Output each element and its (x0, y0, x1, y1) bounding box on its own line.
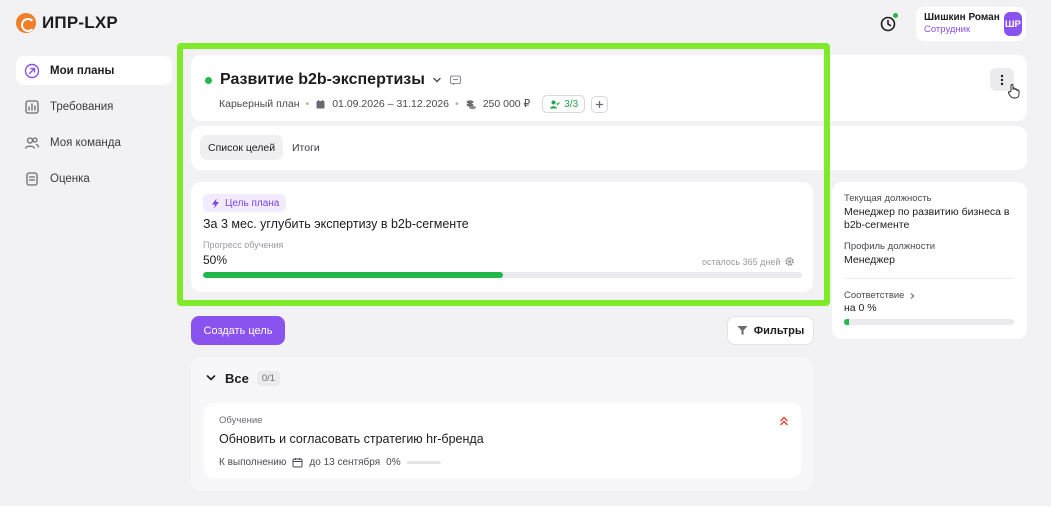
sidebar-item-requirements[interactable]: Требования (16, 92, 172, 121)
calendar-icon (316, 99, 325, 108)
app-logo[interactable]: ИПР-LXP (16, 12, 118, 34)
logo-icon (16, 13, 36, 33)
position-profile-value: Менеджер (844, 254, 895, 266)
match-label: Соответствие (844, 290, 905, 301)
goals-group-title: Все (225, 370, 249, 386)
task-meta: К выполнению до 13 сентября 0% (219, 455, 441, 469)
plan-meta: Карьерный план • 01.09.2026 – 31.12.2026… (219, 95, 609, 113)
separator: • (305, 98, 310, 110)
goals-count-badge: 0/1 (256, 370, 281, 386)
sidebar-item-my-team[interactable]: Моя команда (16, 128, 172, 157)
sidebar-item-label: Моя команда (50, 136, 121, 149)
user-check-icon (550, 100, 561, 108)
sidebar-item-label: Оценка (50, 172, 90, 185)
participants-badge[interactable]: 3/3 (542, 95, 586, 113)
task-title[interactable]: Обновить и согласовать стратегию hr-брен… (219, 432, 484, 446)
requirements-icon (25, 99, 39, 114)
remaining-time: осталось 365 дней (702, 256, 795, 267)
progress-fill (203, 272, 503, 278)
plan-period: 01.09.2026 – 31.12.2026 (332, 98, 449, 110)
progress-bar (203, 272, 802, 278)
filters-label: Фильтры (753, 324, 805, 337)
add-participant-button[interactable] (591, 95, 609, 113)
position-profile-label: Профиль должности (844, 241, 936, 252)
create-goal-button[interactable]: Создать цель (191, 316, 285, 345)
gear-icon[interactable] (784, 256, 795, 267)
match-fill (844, 319, 850, 325)
filter-icon (737, 326, 748, 335)
participants-count: 3/3 (564, 98, 579, 110)
remaining-text: осталось 365 дней (702, 256, 781, 267)
goal-text: За 3 мес. углубить экспертизу в b2b-сегм… (203, 217, 469, 231)
history-button[interactable] (878, 12, 899, 34)
lightning-icon (212, 198, 219, 208)
sidebar-item-my-plans[interactable]: Мои планы (16, 56, 172, 85)
sidebar-item-label: Мои планы (50, 64, 115, 77)
plan-type: Карьерный план (219, 98, 300, 110)
app-name: ИПР-LXP (42, 13, 118, 32)
task-progress: 0% (386, 456, 401, 468)
more-vertical-icon (1000, 74, 1004, 85)
task-status: К выполнению (219, 456, 287, 468)
divider (844, 278, 1014, 279)
goal-tag: Цель плана (203, 194, 287, 212)
current-position-label: Текущая должность (844, 193, 932, 204)
coins-icon (466, 99, 476, 109)
comment-icon[interactable] (449, 74, 462, 87)
plus-icon (596, 100, 604, 108)
match-value: на 0 % (844, 302, 877, 314)
hand-cursor-icon (1008, 84, 1020, 99)
filters-button[interactable]: Фильтры (727, 316, 814, 345)
chevron-down-icon (206, 375, 216, 381)
task-deadline: до 13 сентября (309, 456, 381, 468)
progress-value: 50% (203, 253, 228, 267)
plan-title-row: Развитие b2b-экспертизы (205, 70, 462, 90)
evaluation-icon (26, 171, 38, 186)
progress-label: Прогресс обучения (203, 240, 284, 250)
status-dot (205, 76, 212, 84)
chevron-right-icon (911, 292, 915, 299)
match-label-link[interactable]: Соответствие (844, 290, 916, 301)
match-bar (844, 319, 1014, 325)
sidebar-item-label: Требования (50, 100, 114, 113)
user-role: Сотрудник (924, 24, 971, 35)
tab-results[interactable]: Итоги (284, 135, 328, 160)
goal-tag-label: Цель плана (225, 197, 280, 209)
current-position-value: Менеджер по развитию бизнеса в b2b-сегме… (844, 206, 1010, 231)
plans-icon (24, 63, 40, 78)
high-priority-icon (780, 416, 788, 426)
user-name: Шишкин Роман (924, 12, 1000, 23)
task-category: Обучение (219, 415, 263, 426)
sidebar-item-evaluation[interactable]: Оценка (16, 164, 172, 193)
notification-dot (892, 12, 899, 19)
goals-group-header[interactable]: Все 0/1 (205, 369, 281, 387)
calendar-icon (292, 457, 303, 467)
chevron-down-icon[interactable] (431, 74, 443, 86)
avatar: ШР (1003, 12, 1022, 36)
tab-goals-list[interactable]: Список целей (200, 135, 284, 160)
plan-title: Развитие b2b-экспертизы (220, 71, 425, 88)
task-progress-bar (406, 460, 441, 464)
separator: • (455, 98, 459, 110)
team-icon (24, 136, 40, 149)
plan-budget: 250 000 ₽ (482, 98, 531, 110)
user-menu[interactable]: Шишкин Роман Сотрудник ШР (916, 7, 1026, 41)
